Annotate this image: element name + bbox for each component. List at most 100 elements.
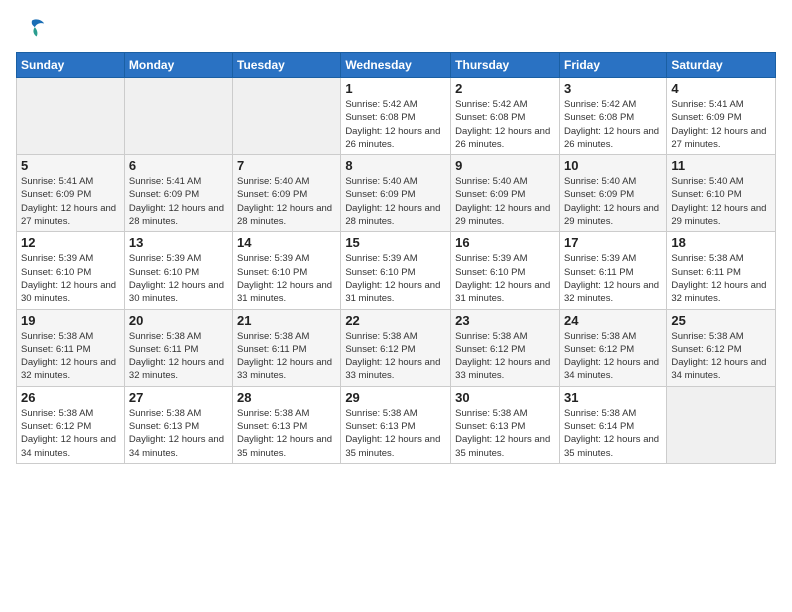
day-info: Sunrise: 5:39 AM Sunset: 6:10 PM Dayligh… [129, 252, 228, 305]
day-info: Sunrise: 5:42 AM Sunset: 6:08 PM Dayligh… [345, 98, 446, 151]
day-info: Sunrise: 5:39 AM Sunset: 6:10 PM Dayligh… [21, 252, 120, 305]
day-info: Sunrise: 5:40 AM Sunset: 6:10 PM Dayligh… [671, 175, 771, 228]
day-number: 5 [21, 158, 120, 173]
calendar-cell: 21 Sunrise: 5:38 AM Sunset: 6:11 PM Dayli… [233, 309, 341, 386]
calendar-cell: 10 Sunrise: 5:40 AM Sunset: 6:09 PM Dayli… [559, 155, 666, 232]
calendar-cell [17, 78, 125, 155]
calendar-cell [667, 386, 776, 463]
calendar-cell: 22 Sunrise: 5:38 AM Sunset: 6:12 PM Dayli… [341, 309, 451, 386]
calendar-cell: 7Sunrise: 5:40 AM Sunset: 6:09 PM Daylig… [233, 155, 341, 232]
day-info: Sunrise: 5:38 AM Sunset: 6:11 PM Dayligh… [237, 330, 336, 383]
day-number: 10 [564, 158, 662, 173]
calendar-cell: 20 Sunrise: 5:38 AM Sunset: 6:11 PM Dayli… [124, 309, 232, 386]
day-number: 21 [237, 313, 336, 328]
day-number: 28 [237, 390, 336, 405]
calendar-cell: 5 Sunrise: 5:41 AM Sunset: 6:09 PM Daylig… [17, 155, 125, 232]
day-info: Sunrise: 5:40 AM Sunset: 6:09 PM Dayligh… [345, 175, 446, 228]
day-number: 30 [455, 390, 555, 405]
calendar-cell: 25 Sunrise: 5:38 AM Sunset: 6:12 PM Dayli… [667, 309, 776, 386]
day-number: 6 [129, 158, 228, 173]
day-info: Sunrise: 5:42 AM Sunset: 6:08 PM Dayligh… [455, 98, 555, 151]
col-wednesday: Wednesday [341, 53, 451, 78]
col-friday: Friday [559, 53, 666, 78]
day-info: Sunrise: 5:39 AM Sunset: 6:11 PM Dayligh… [564, 252, 662, 305]
day-number: 4 [671, 81, 771, 96]
day-number: 11 [671, 158, 771, 173]
day-info: Sunrise: 5:38 AM Sunset: 6:12 PM Dayligh… [455, 330, 555, 383]
calendar-week-row: 26 Sunrise: 5:38 AM Sunset: 6:12 PM Dayli… [17, 386, 776, 463]
calendar-cell: 8Sunrise: 5:40 AM Sunset: 6:09 PM Daylig… [341, 155, 451, 232]
calendar-cell: 13 Sunrise: 5:39 AM Sunset: 6:10 PM Dayli… [124, 232, 232, 309]
calendar-cell: 11 Sunrise: 5:40 AM Sunset: 6:10 PM Dayli… [667, 155, 776, 232]
day-number: 31 [564, 390, 662, 405]
day-number: 19 [21, 313, 120, 328]
day-info: Sunrise: 5:38 AM Sunset: 6:13 PM Dayligh… [455, 407, 555, 460]
day-number: 15 [345, 235, 446, 250]
day-info: Sunrise: 5:38 AM Sunset: 6:12 PM Dayligh… [564, 330, 662, 383]
calendar-table: Sunday Monday Tuesday Wednesday Thursday… [16, 52, 776, 464]
day-info: Sunrise: 5:38 AM Sunset: 6:12 PM Dayligh… [345, 330, 446, 383]
day-info: Sunrise: 5:41 AM Sunset: 6:09 PM Dayligh… [129, 175, 228, 228]
calendar-cell [233, 78, 341, 155]
day-number: 27 [129, 390, 228, 405]
calendar-cell: 3Sunrise: 5:42 AM Sunset: 6:08 PM Daylig… [559, 78, 666, 155]
calendar-cell: 27 Sunrise: 5:38 AM Sunset: 6:13 PM Dayli… [124, 386, 232, 463]
calendar-week-row: 1 Sunrise: 5:42 AM Sunset: 6:08 PM Daylig… [17, 78, 776, 155]
col-monday: Monday [124, 53, 232, 78]
day-number: 20 [129, 313, 228, 328]
day-info: Sunrise: 5:38 AM Sunset: 6:13 PM Dayligh… [345, 407, 446, 460]
day-number: 26 [21, 390, 120, 405]
calendar-cell: 28 Sunrise: 5:38 AM Sunset: 6:13 PM Dayli… [233, 386, 341, 463]
day-number: 22 [345, 313, 446, 328]
day-number: 13 [129, 235, 228, 250]
day-number: 16 [455, 235, 555, 250]
col-saturday: Saturday [667, 53, 776, 78]
day-info: Sunrise: 5:39 AM Sunset: 6:10 PM Dayligh… [455, 252, 555, 305]
calendar-cell [124, 78, 232, 155]
day-info: Sunrise: 5:38 AM Sunset: 6:13 PM Dayligh… [129, 407, 228, 460]
logo-bird-icon [18, 16, 46, 44]
calendar-cell: 9Sunrise: 5:40 AM Sunset: 6:09 PM Daylig… [451, 155, 560, 232]
calendar-cell: 4 Sunrise: 5:41 AM Sunset: 6:09 PM Daylig… [667, 78, 776, 155]
calendar-cell: 19 Sunrise: 5:38 AM Sunset: 6:11 PM Dayli… [17, 309, 125, 386]
day-info: Sunrise: 5:40 AM Sunset: 6:09 PM Dayligh… [237, 175, 336, 228]
col-sunday: Sunday [17, 53, 125, 78]
day-number: 25 [671, 313, 771, 328]
day-info: Sunrise: 5:38 AM Sunset: 6:13 PM Dayligh… [237, 407, 336, 460]
day-number: 2 [455, 81, 555, 96]
logo [16, 16, 46, 44]
day-number: 18 [671, 235, 771, 250]
day-number: 1 [345, 81, 446, 96]
day-info: Sunrise: 5:38 AM Sunset: 6:12 PM Dayligh… [671, 330, 771, 383]
calendar-cell: 24 Sunrise: 5:38 AM Sunset: 6:12 PM Dayli… [559, 309, 666, 386]
header [16, 16, 776, 44]
day-number: 29 [345, 390, 446, 405]
day-info: Sunrise: 5:40 AM Sunset: 6:09 PM Dayligh… [564, 175, 662, 228]
day-number: 14 [237, 235, 336, 250]
calendar-cell: 18Sunrise: 5:38 AM Sunset: 6:11 PM Dayli… [667, 232, 776, 309]
col-thursday: Thursday [451, 53, 560, 78]
day-number: 24 [564, 313, 662, 328]
calendar-week-row: 5 Sunrise: 5:41 AM Sunset: 6:09 PM Daylig… [17, 155, 776, 232]
day-number: 17 [564, 235, 662, 250]
day-info: Sunrise: 5:41 AM Sunset: 6:09 PM Dayligh… [671, 98, 771, 151]
calendar-week-row: 19 Sunrise: 5:38 AM Sunset: 6:11 PM Dayli… [17, 309, 776, 386]
calendar-cell: 30 Sunrise: 5:38 AM Sunset: 6:13 PM Dayli… [451, 386, 560, 463]
calendar-cell: 1 Sunrise: 5:42 AM Sunset: 6:08 PM Daylig… [341, 78, 451, 155]
day-info: Sunrise: 5:38 AM Sunset: 6:12 PM Dayligh… [21, 407, 120, 460]
day-info: Sunrise: 5:38 AM Sunset: 6:11 PM Dayligh… [129, 330, 228, 383]
day-info: Sunrise: 5:41 AM Sunset: 6:09 PM Dayligh… [21, 175, 120, 228]
day-info: Sunrise: 5:39 AM Sunset: 6:10 PM Dayligh… [237, 252, 336, 305]
day-number: 9 [455, 158, 555, 173]
calendar-cell: 12 Sunrise: 5:39 AM Sunset: 6:10 PM Dayli… [17, 232, 125, 309]
day-info: Sunrise: 5:39 AM Sunset: 6:10 PM Dayligh… [345, 252, 446, 305]
day-info: Sunrise: 5:38 AM Sunset: 6:11 PM Dayligh… [21, 330, 120, 383]
calendar-cell: 23Sunrise: 5:38 AM Sunset: 6:12 PM Dayli… [451, 309, 560, 386]
calendar-cell: 29 Sunrise: 5:38 AM Sunset: 6:13 PM Dayli… [341, 386, 451, 463]
calendar-cell: 16 Sunrise: 5:39 AM Sunset: 6:10 PM Dayli… [451, 232, 560, 309]
calendar-cell: 15 Sunrise: 5:39 AM Sunset: 6:10 PM Dayli… [341, 232, 451, 309]
col-tuesday: Tuesday [233, 53, 341, 78]
calendar-cell: 2 Sunrise: 5:42 AM Sunset: 6:08 PM Daylig… [451, 78, 560, 155]
day-number: 12 [21, 235, 120, 250]
calendar-cell: 6 Sunrise: 5:41 AM Sunset: 6:09 PM Daylig… [124, 155, 232, 232]
